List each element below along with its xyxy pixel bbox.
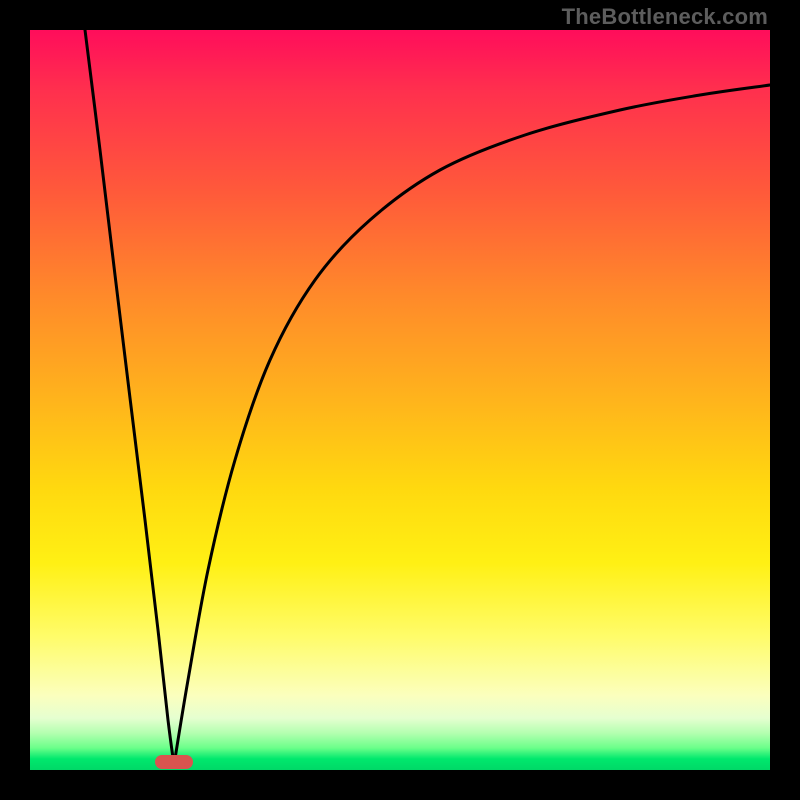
curve-layer: [30, 30, 770, 770]
vertex-marker: [155, 755, 193, 769]
plot-area: [30, 30, 770, 770]
chart-frame: TheBottleneck.com: [0, 0, 800, 800]
curve-left-branch: [85, 30, 174, 765]
watermark-text: TheBottleneck.com: [562, 4, 768, 30]
curve-right-branch: [174, 85, 770, 765]
